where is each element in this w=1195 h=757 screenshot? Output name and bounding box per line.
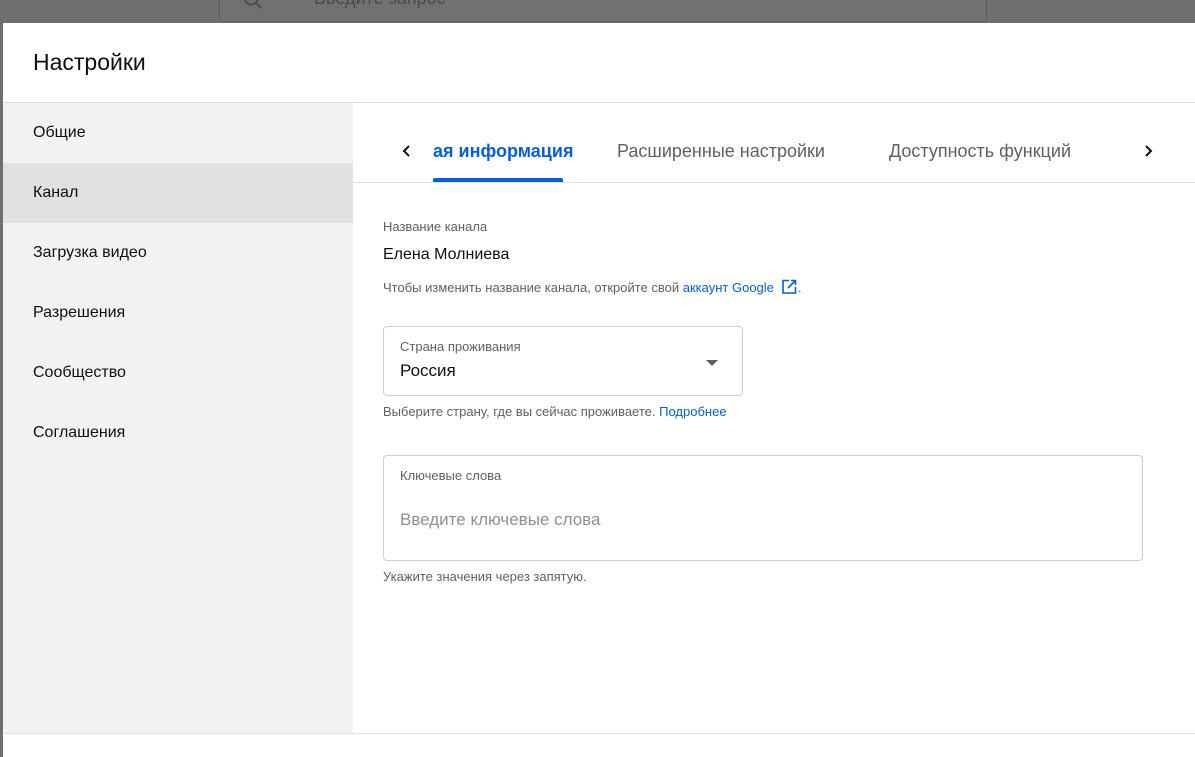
- country-select-label: Страна проживания: [400, 339, 521, 354]
- learn-more-link[interactable]: Подробнее: [659, 404, 726, 419]
- chevron-left-icon[interactable]: [395, 139, 419, 163]
- channel-name-label: Название канала: [383, 219, 488, 234]
- channel-name-helper: Чтобы изменить название канала, откройте…: [383, 278, 1163, 296]
- sidebar-item-community[interactable]: Сообщество: [3, 343, 353, 403]
- settings-content: ая информация Расширенные настройки Дост…: [353, 103, 1195, 733]
- settings-sidebar: Общие Канал Загрузка видео Разрешения Со…: [3, 103, 353, 733]
- search-icon: [242, 0, 264, 11]
- dialog-footer-divider: [3, 733, 1195, 734]
- google-account-link[interactable]: аккаунт Google: [683, 280, 774, 295]
- channel-name-value: Елена Молниева: [383, 246, 510, 263]
- sidebar-item-agreements[interactable]: Соглашения: [3, 403, 353, 463]
- channel-basic-info-form: Название канала Елена Молниева Чтобы изм…: [383, 219, 1163, 584]
- dialog-header: Настройки: [3, 23, 1195, 103]
- sidebar-item-upload-defaults[interactable]: Загрузка видео: [3, 223, 353, 283]
- background-search-placeholder: Введите запрос: [314, 0, 446, 9]
- keywords-field: Ключевые слова: [383, 455, 1143, 561]
- active-tab-indicator: [433, 178, 563, 182]
- tab-advanced-settings[interactable]: Расширенные настройки: [617, 141, 825, 162]
- sidebar-item-permissions[interactable]: Разрешения: [3, 283, 353, 343]
- keywords-label: Ключевые слова: [400, 468, 502, 483]
- tab-bar: ая информация Расширенные настройки Дост…: [353, 103, 1195, 183]
- background-search-box: Введите запрос: [219, 0, 987, 22]
- sidebar-item-general[interactable]: Общие: [3, 103, 353, 163]
- channel-name-helper-text: Чтобы изменить название канала, откройте…: [383, 279, 680, 295]
- tab-viewport: ая информация Расширенные настройки Дост…: [433, 103, 1133, 183]
- keywords-input[interactable]: [400, 506, 1120, 534]
- country-select-value: Россия: [400, 361, 456, 380]
- country-select[interactable]: Страна проживания Россия: [383, 326, 743, 396]
- settings-dialog: Настройки Общие Канал Загрузка видео Раз…: [3, 23, 1195, 757]
- keywords-helper: Укажите значения через запятую.: [383, 569, 587, 584]
- country-helper-text: Выберите страну, где вы сейчас проживает…: [383, 404, 656, 419]
- dialog-title: Настройки: [33, 49, 146, 75]
- channel-name-helper-end: .: [797, 279, 802, 295]
- tab-basic-info[interactable]: ая информация: [433, 141, 573, 162]
- country-helper: Выберите страну, где вы сейчас проживает…: [383, 404, 1163, 419]
- sidebar-item-channel[interactable]: Канал: [3, 163, 353, 223]
- tab-feature-eligibility[interactable]: Доступность функций: [889, 141, 1071, 162]
- open-in-new-icon[interactable]: [780, 278, 798, 296]
- chevron-right-icon[interactable]: [1136, 139, 1160, 163]
- dropdown-arrow-icon: [704, 355, 720, 366]
